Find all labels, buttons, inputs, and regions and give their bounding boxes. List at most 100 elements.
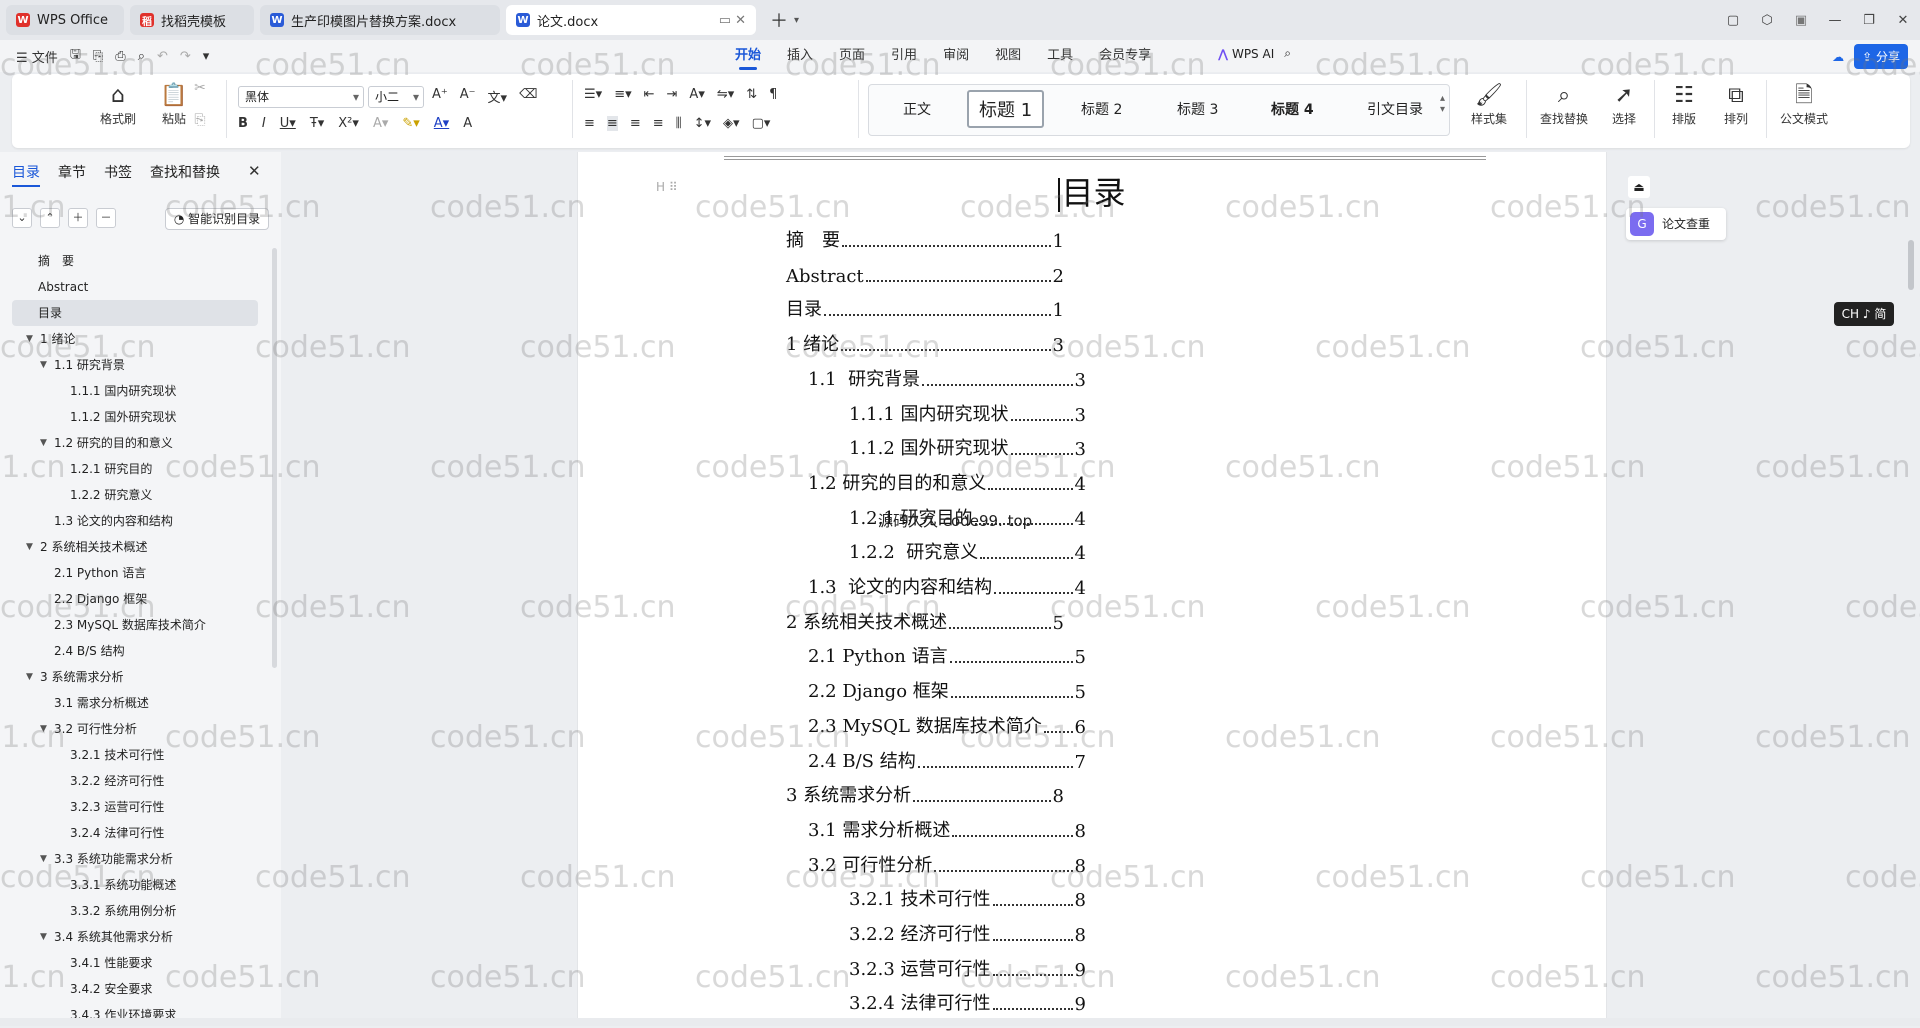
phonetic-guide-icon[interactable]: 文▾ xyxy=(488,87,508,106)
add-heading-icon[interactable]: ＋ xyxy=(68,208,88,228)
print-preview-icon[interactable]: ⌕ xyxy=(138,49,145,64)
nav-item[interactable]: 1.2.2 研究意义 xyxy=(0,482,270,508)
nav-item[interactable]: 2.1 Python 语言 xyxy=(0,560,270,586)
scrollbar-thumb[interactable] xyxy=(1908,240,1914,290)
nav-item[interactable]: 2.4 B/S 结构 xyxy=(0,638,270,664)
sort-icon[interactable]: ⇅ xyxy=(746,87,757,102)
toc-entry[interactable]: 3.2.2 经济可行性 8 xyxy=(849,922,1086,946)
toc-entry[interactable]: 3.2.3 运营可行性 9 xyxy=(849,957,1086,981)
highlight-icon[interactable]: ✎▾ xyxy=(402,116,419,131)
wps-ai-button[interactable]: ⋀ WPS AI xyxy=(1218,47,1274,61)
nav-item[interactable]: ▼ 1 绪论 xyxy=(0,326,270,352)
shrink-font-icon[interactable]: A⁻ xyxy=(460,87,476,106)
toc-entry[interactable]: 1.2.2 研究意义 4 xyxy=(849,540,1086,564)
grow-font-icon[interactable]: A⁺ xyxy=(432,87,448,106)
border-icon[interactable]: ▢▾ xyxy=(752,116,771,131)
search-icon[interactable]: ⌕ xyxy=(1284,46,1291,61)
redo-icon[interactable]: ↷ xyxy=(180,49,191,64)
style-heading-4[interactable]: 标题 4 xyxy=(1271,99,1314,119)
collapse-toggle-icon[interactable]: ▼ xyxy=(40,716,47,742)
nav-item[interactable]: ▼ 3.4 系统其他需求分析 xyxy=(0,924,270,950)
nav-item[interactable]: 3.4.2 安全要求 xyxy=(0,976,270,1002)
show-marks-icon[interactable]: ¶ xyxy=(769,87,777,102)
italic-icon[interactable]: I xyxy=(262,116,266,131)
style-set-button[interactable]: 🖌 样式集 xyxy=(1460,82,1518,127)
close-tab-icon[interactable]: ▭ ✕ xyxy=(719,13,746,28)
toc-entry[interactable]: 3.2 可行性分析 8 xyxy=(808,853,1086,877)
nav-item[interactable]: 3.2.2 经济可行性 xyxy=(0,768,270,794)
layout-button[interactable]: ☷ 排版 xyxy=(1660,82,1708,127)
collapse-toggle-icon[interactable]: ▼ xyxy=(26,534,33,560)
toc-entry[interactable]: 1.3 论文的内容和结构 4 xyxy=(808,575,1086,599)
justify-icon[interactable]: ≡ xyxy=(653,116,664,131)
find-replace-button[interactable]: ⌕ 查找替换 xyxy=(1532,82,1596,127)
cloud-upload-icon[interactable]: ☁ xyxy=(1832,50,1844,64)
nav-tab-3[interactable]: 查找和替换 xyxy=(150,162,220,187)
nav-scrollbar[interactable] xyxy=(272,248,277,668)
style-heading-2[interactable]: 标题 2 xyxy=(1081,99,1122,119)
save-icon[interactable]: 🖫 xyxy=(70,45,81,67)
ribbon-tab-5[interactable]: 视图 xyxy=(995,40,1021,72)
nav-item[interactable]: 3.2.1 技术可行性 xyxy=(0,742,270,768)
share-button[interactable]: ⇪ 分享 xyxy=(1854,44,1908,69)
cube-icon[interactable]: ⬡ xyxy=(1750,13,1784,28)
more-chevron-icon[interactable]: ▾ xyxy=(203,49,210,64)
paper-check-button[interactable]: G 论文查重 xyxy=(1626,208,1726,240)
bold-icon[interactable]: B xyxy=(238,116,248,131)
align-right-icon[interactable]: ≡ xyxy=(630,116,641,131)
nav-item[interactable]: 2.2 Django 框架 xyxy=(0,586,270,612)
shading-icon[interactable]: ◈▾ xyxy=(723,116,740,131)
distribute-icon[interactable]: ⫼ xyxy=(676,116,682,131)
toc-entry[interactable]: 3 系统需求分析 8 xyxy=(786,783,1064,807)
smart-toc-button[interactable]: ◔ 智能识别目录 xyxy=(165,208,269,230)
toc-entry[interactable]: Abstract 2 xyxy=(786,263,1064,287)
toc-entry[interactable]: 3.2.1 技术可行性 8 xyxy=(849,887,1086,911)
new-tab-button[interactable]: ＋ xyxy=(770,7,788,33)
collapse-sidebar-icon[interactable]: ⏏ xyxy=(1628,176,1650,198)
style-normal[interactable]: 正文 xyxy=(903,99,931,119)
close-button[interactable]: ✕ xyxy=(1886,13,1920,28)
ribbon-tab-2[interactable]: 页面 xyxy=(839,40,865,72)
toc-entry[interactable]: 2 系统相关技术概述 5 xyxy=(786,610,1064,634)
collapse-toggle-icon[interactable]: ▼ xyxy=(40,352,47,378)
tab-3[interactable]: W 论文.docx ▭ ✕ xyxy=(506,5,756,35)
toc-entry[interactable]: 1.1 研究背景 3 xyxy=(808,367,1086,391)
font-name-select[interactable]: 黑体 xyxy=(238,86,364,108)
ribbon-tab-0[interactable]: 开始 xyxy=(735,40,761,72)
toc-entry[interactable]: 2.3 MySQL 数据库技术简介 6 xyxy=(808,714,1086,738)
font-color-icon[interactable]: A▾ xyxy=(434,116,449,131)
minimize-button[interactable]: — xyxy=(1818,13,1852,28)
window-layout-icon[interactable]: ▢ xyxy=(1716,13,1750,28)
document-scrollbar[interactable] xyxy=(1908,160,1914,1020)
toc-entry[interactable]: 1.1.1 国内研究现状 3 xyxy=(849,402,1086,426)
align-center-icon[interactable]: ≡ xyxy=(606,116,618,131)
nav-item[interactable]: 目录 xyxy=(12,300,258,326)
decrease-indent-icon[interactable]: ⇤ xyxy=(644,87,655,102)
arrange-button[interactable]: ⧉ 排列 xyxy=(1712,82,1760,127)
char-shading-icon[interactable]: A xyxy=(463,116,472,131)
nav-item[interactable]: 1.1.2 国外研究现状 xyxy=(0,404,270,430)
cut-icon[interactable]: ✂ xyxy=(188,80,212,96)
toc-entry[interactable]: 1.2 研究的目的和意义 4 xyxy=(808,471,1086,495)
superscript-icon[interactable]: X²▾ xyxy=(338,116,359,131)
toc-entry[interactable]: 目录 1 xyxy=(786,297,1064,321)
nav-item[interactable]: 3.1 需求分析概述 xyxy=(0,690,270,716)
text-direction-icon[interactable]: A▾ xyxy=(689,87,704,102)
clear-format-icon[interactable]: ⌫ xyxy=(519,87,537,106)
remove-heading-icon[interactable]: － xyxy=(96,208,116,228)
nav-item[interactable]: ▼ 1.1 研究背景 xyxy=(0,352,270,378)
document-page[interactable]: H ⠿ 目录 摘 要 1 Abstract 2 目录 1 1 绪论 3 1.1 研究背景 3 1.1… xyxy=(577,152,1607,1020)
nav-item[interactable]: ▼ 2 系统相关技术概述 xyxy=(0,534,270,560)
ribbon-tab-7[interactable]: 会员专享 xyxy=(1099,40,1151,72)
close-pane-icon[interactable]: ✕ xyxy=(248,162,261,180)
official-mode-button[interactable]: 🗎 公文模式 xyxy=(1772,82,1836,127)
nav-item[interactable]: ▼ 1.2 研究的目的和意义 xyxy=(0,430,270,456)
ime-indicator[interactable]: CH ♪ 简 xyxy=(1834,302,1894,326)
nav-item[interactable]: 3.2.4 法律可行性 xyxy=(0,820,270,846)
nav-item[interactable]: 2.3 MySQL 数据库技术简介 xyxy=(0,612,270,638)
copy-icon[interactable]: ⎘ xyxy=(188,112,212,128)
ribbon-tab-4[interactable]: 审阅 xyxy=(943,40,969,72)
undo-icon[interactable]: ↶ xyxy=(157,49,168,64)
expand-icon[interactable]: ⌃ xyxy=(40,208,60,228)
style-toc[interactable]: 引文目录 xyxy=(1367,99,1423,119)
